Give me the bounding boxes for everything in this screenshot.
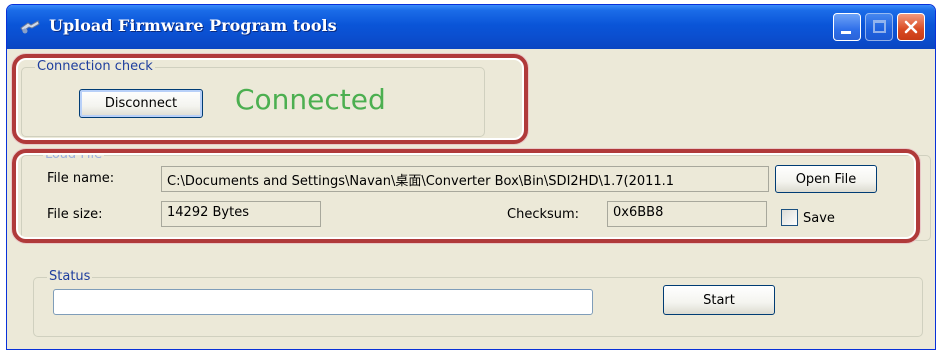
load-file-label: Load File: [43, 147, 105, 162]
app-icon: [20, 20, 40, 34]
status-progress-field: [53, 289, 593, 315]
file-name-field[interactable]: C:\Documents and Settings\Navan\桌面\Conve…: [161, 166, 769, 192]
save-checkbox[interactable]: [781, 209, 798, 226]
close-icon: [904, 20, 918, 34]
checksum-field: 0x6BB8: [607, 201, 767, 227]
disconnect-button[interactable]: Disconnect: [79, 89, 203, 118]
maximize-button[interactable]: [865, 13, 893, 41]
open-file-button[interactable]: Open File: [775, 165, 877, 193]
save-label: Save: [803, 211, 835, 226]
file-name-label: File name:: [47, 171, 115, 186]
close-button[interactable]: [897, 13, 925, 41]
checksum-label: Checksum:: [507, 207, 580, 222]
window-title: Upload Firmware Program tools: [49, 16, 337, 35]
title-bar[interactable]: Upload Firmware Program tools: [7, 5, 935, 49]
minimize-button[interactable]: [833, 13, 861, 41]
connection-status-text: Connected: [235, 83, 386, 116]
app-window: Upload Firmware Program tools Connection…: [6, 4, 936, 350]
status-label: Status: [47, 269, 93, 284]
connection-check-label: Connection check: [35, 59, 155, 74]
start-button[interactable]: Start: [663, 285, 775, 315]
minimize-icon: [841, 31, 851, 34]
maximize-icon: [873, 20, 886, 33]
file-size-field: 14292 Bytes: [161, 201, 321, 227]
file-size-label: File size:: [47, 207, 103, 222]
